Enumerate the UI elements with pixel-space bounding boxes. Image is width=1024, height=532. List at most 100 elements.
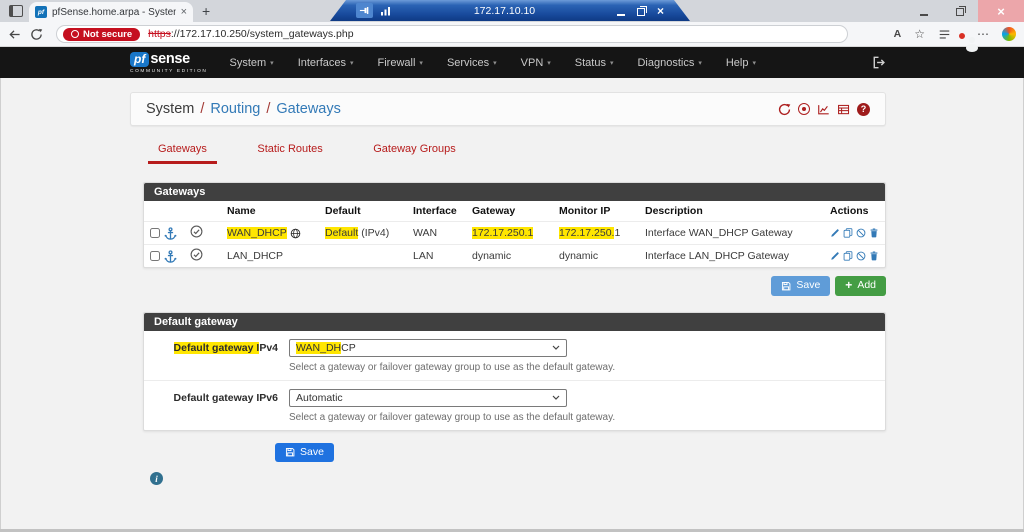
pfsense-logo[interactable]: pf sense COMMUNITY EDITION [130,52,207,74]
ipv6-label: Default gateway IPv6 [144,389,278,426]
default-gateway-panel: Default gateway Default gateway IPv4 WAN… [143,312,886,431]
delete-icon[interactable] [869,250,879,262]
nav-item-services[interactable]: Services▾ [435,57,509,69]
help-icon[interactable]: ? [857,103,870,116]
read-aloud-icon[interactable]: A [894,28,902,40]
tab-actions-icon [9,5,23,17]
gateway-status-icon [190,248,203,261]
delete-icon[interactable] [869,227,879,239]
window-controls: × [906,0,1024,22]
breadcrumb-actions: ? [778,103,870,116]
rdp-restore-button[interactable] [637,8,645,16]
refresh-button[interactable] [30,28,43,41]
pin-icon [359,5,370,16]
rdp-close-button[interactable]: × [657,5,664,17]
add-button[interactable]: + Add [835,276,886,296]
log-table-icon[interactable] [837,103,850,116]
breadcrumb-section: System [146,101,194,117]
nav-item-system[interactable]: System▾ [217,57,285,69]
disable-icon[interactable] [856,227,866,239]
logout-icon [871,55,886,70]
logo-edition: COMMUNITY EDITION [130,69,207,74]
address-bar[interactable]: Not secure https://172.17.10.250/system_… [56,25,848,43]
ipv4-help-text: Select a gateway or failover gateway gro… [289,362,615,373]
favorites-hub-icon[interactable] [938,28,951,41]
tab-gateways[interactable]: Gateways [148,139,217,164]
new-tab-button[interactable]: + [202,4,210,18]
copilot-icon[interactable] [1002,27,1016,41]
rdp-address: 172.17.10.10 [399,5,610,17]
security-warning-icon [71,30,79,38]
gateways-panel: Gateways Name Default Interface Gateway … [143,182,886,268]
edit-icon[interactable] [830,227,840,239]
anchor-icon[interactable] [164,250,177,263]
tab-close-icon[interactable]: × [181,7,187,18]
copy-icon[interactable] [843,250,853,262]
nav-item-vpn[interactable]: VPN▾ [509,57,563,69]
status-record-icon[interactable] [798,103,810,115]
edit-icon[interactable] [830,250,840,262]
signal-strength-icon [380,5,392,16]
plus-icon: + [845,281,852,291]
browser-tab[interactable]: pf pfSense.home.arpa - System: Rou × [29,2,193,22]
save-icon [285,447,295,457]
chevron-down-icon: ▾ [752,59,756,67]
more-menu-icon[interactable]: ⋯ [977,27,989,41]
copy-icon[interactable] [843,227,853,239]
anchor-icon[interactable] [164,227,177,240]
panel-title: Default gateway [144,313,885,331]
back-button[interactable] [8,28,21,41]
toolbar-icons: A ☆ ⋯ [894,27,1016,41]
disable-icon[interactable] [856,250,866,262]
window-restore-button[interactable] [942,0,978,22]
nav-item-help[interactable]: Help▾ [714,57,768,69]
row-select-checkbox[interactable] [150,251,160,261]
logout-button[interactable] [871,55,886,70]
nav-item-firewall[interactable]: Firewall▾ [366,57,435,69]
breadcrumb-separator: / [200,101,204,117]
gateway-description: Interface LAN_DHCP Gateway [639,245,824,268]
col-interface: Interface [407,201,466,222]
not-secure-badge[interactable]: Not secure [63,28,140,41]
gateway-status-icon [190,225,203,238]
ipv4-gateway-select[interactable]: WAN_DHCP [289,339,567,357]
col-default: Default [319,201,407,222]
window-minimize-button[interactable] [906,0,942,22]
pfsense-navbar: pf sense COMMUNITY EDITION System▾ Inter… [0,47,1024,78]
nav-item-diagnostics[interactable]: Diagnostics▾ [625,57,713,69]
url-rest: ://172.17.10.250/system_gateways.php [171,28,354,40]
nav-item-interfaces[interactable]: Interfaces▾ [286,57,366,69]
tab-actions-button[interactable] [5,1,27,21]
breadcrumb-link-routing[interactable]: Routing [210,101,260,117]
chevron-down-icon: ▾ [270,59,274,67]
favorites-star-icon[interactable]: ☆ [914,27,925,41]
tab-static-routes[interactable]: Static Routes [247,139,332,161]
tab-gateway-groups[interactable]: Gateway Groups [363,139,466,161]
info-icon: i [150,472,163,485]
chevron-down-icon: ▾ [698,59,702,67]
save-icon [781,281,791,291]
refresh-page-icon[interactable] [778,103,791,116]
row-select-checkbox[interactable] [150,228,160,238]
monitor-graph-icon[interactable] [817,103,830,116]
window-close-button[interactable]: × [978,0,1024,22]
logo-pf-mark: pf [130,52,149,67]
breadcrumb: System / Routing / Gateways ? [130,92,886,126]
nav-item-status[interactable]: Status▾ [563,57,626,69]
rdp-minimize-button[interactable] [617,6,625,16]
save-default-gateway-button[interactable]: Save [275,443,334,463]
col-description: Description [639,201,824,222]
breadcrumb-separator: / [266,101,270,117]
gateway-name: WAN_DHCP [227,227,287,239]
save-button[interactable]: Save [771,276,830,296]
col-actions: Actions [824,201,885,222]
gateway-description: Interface WAN_DHCP Gateway [639,222,824,245]
breadcrumb-link-gateways[interactable]: Gateways [276,101,340,117]
ipv6-help-text: Select a gateway or failover gateway gro… [289,412,615,423]
gateway-address: 172.17.250.1 [472,227,533,239]
rdp-pin-button[interactable] [356,3,373,18]
table-header-row: Name Default Interface Gateway Monitor I… [144,201,885,222]
col-name: Name [221,201,319,222]
chevron-down-icon: ▾ [547,59,551,67]
ipv6-gateway-select[interactable]: Automatic [289,389,567,407]
